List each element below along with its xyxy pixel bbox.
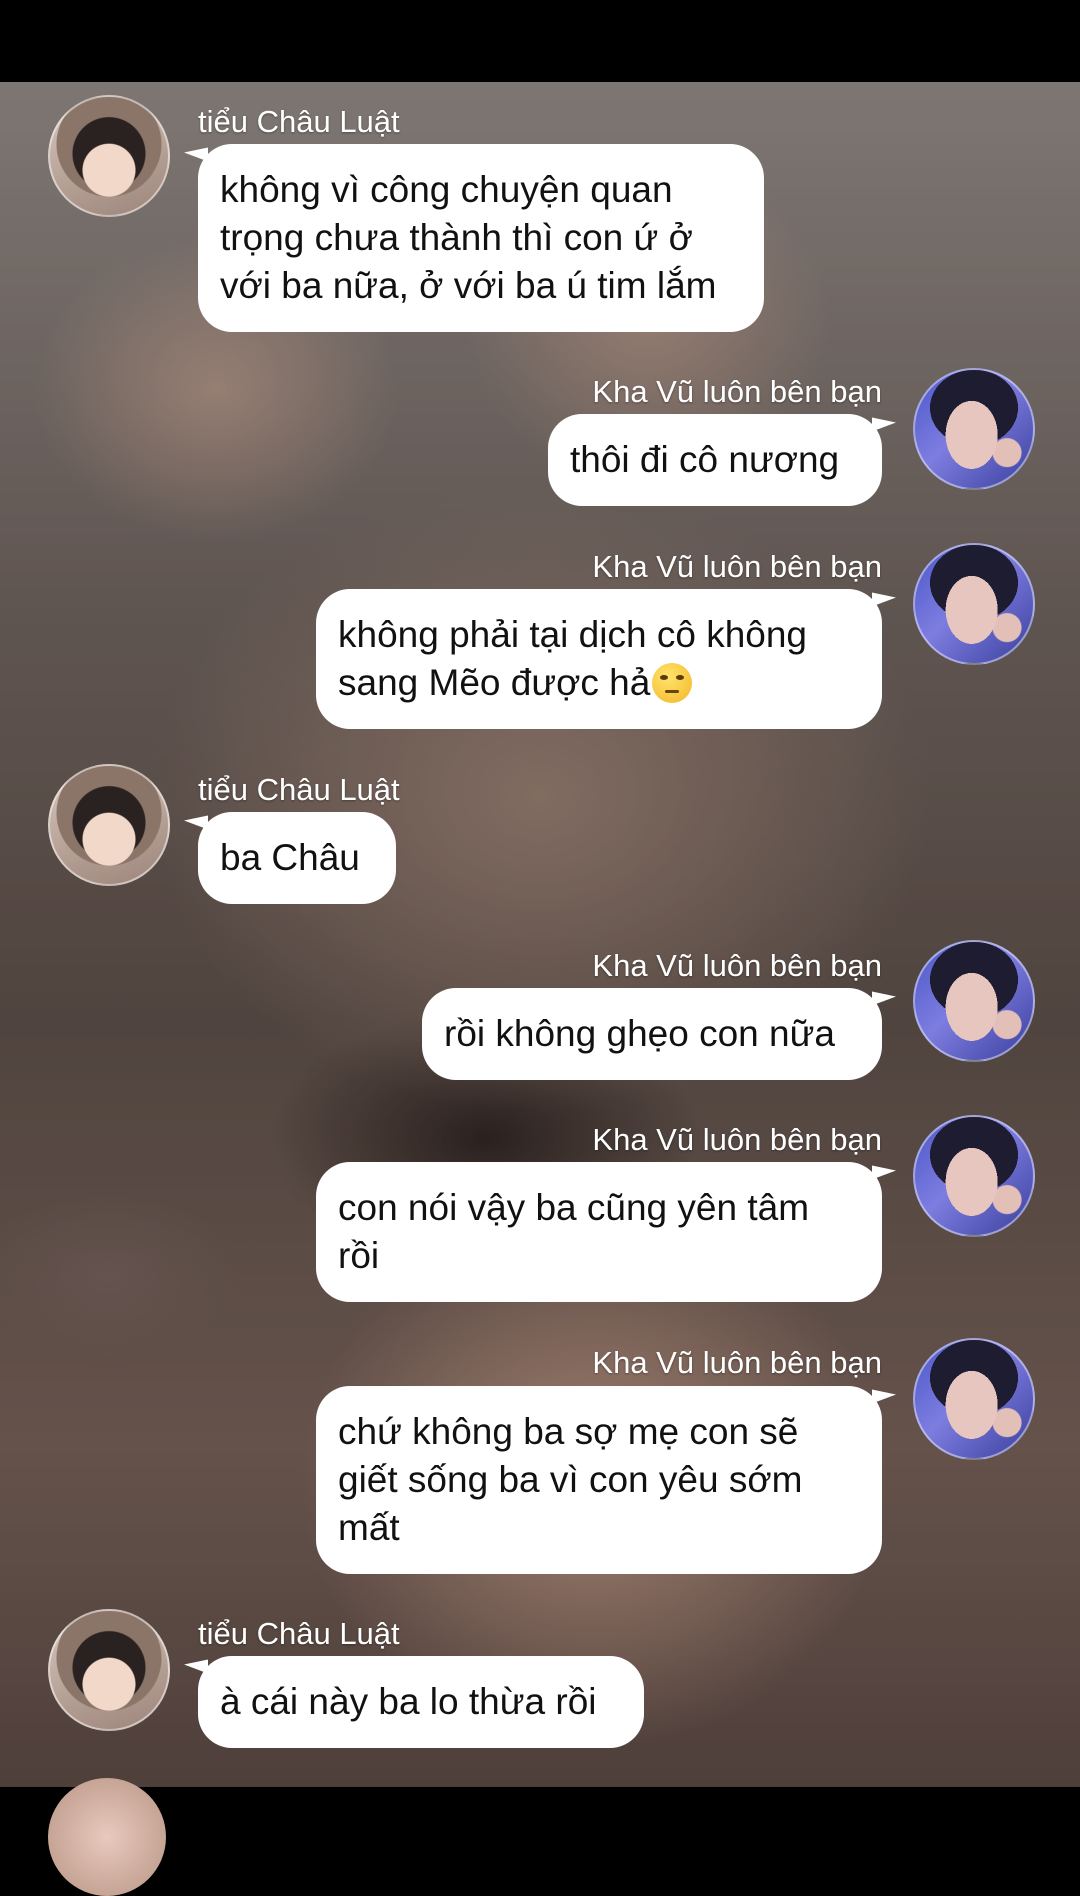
message-text: sang Mẽo được hả (338, 662, 651, 703)
message-bubble[interactable]: à cái này ba lo thừa rồi (198, 1656, 644, 1748)
message-line: con nói vậy ba cũng yên tâm (338, 1187, 810, 1228)
face-with-rolling-eyes-emoji (652, 663, 693, 703)
message-line: ba Châu (220, 837, 360, 878)
sender-name: tiểu Châu Luật (198, 772, 400, 807)
sender-name: tiểu Châu Luật (198, 104, 400, 139)
avatar-tieu-chau-luat[interactable] (48, 1778, 166, 1896)
avatar-kha-vu[interactable] (913, 368, 1035, 490)
message-line: sang Mẽo được hả (338, 659, 860, 707)
sender-name: Kha Vũ luôn bên bạn (592, 549, 882, 584)
message-line: không phải tại dịch cô không (338, 614, 808, 655)
message-bubble[interactable]: thôi đi cô nương (548, 414, 882, 506)
avatar-kha-vu[interactable] (913, 543, 1035, 665)
avatar-tieu-chau-luat[interactable] (48, 1609, 170, 1731)
message-bubble[interactable]: chứ không ba sợ mẹ con sẽ giết sống ba v… (316, 1386, 882, 1574)
message-line: trọng chưa thành thì con ứ ở (220, 217, 693, 258)
avatar-tieu-chau-luat[interactable] (48, 764, 170, 886)
message-line: à cái này ba lo thừa rồi (220, 1681, 597, 1722)
message-bubble[interactable]: không phải tại dịch cô không sang Mẽo đư… (316, 589, 882, 729)
sender-name: Kha Vũ luôn bên bạn (592, 948, 882, 983)
message-line: mất (338, 1507, 400, 1548)
sender-name: Kha Vũ luôn bên bạn (592, 1122, 882, 1157)
avatar-kha-vu[interactable] (913, 940, 1035, 1062)
status-bar (0, 0, 1080, 82)
message-line: với ba nữa, ở với ba ú tim lắm (220, 265, 717, 306)
message-bubble[interactable]: rồi không ghẹo con nữa (422, 988, 882, 1080)
message-line: chứ không ba sợ mẹ con sẽ (338, 1411, 799, 1452)
message-line: thôi đi cô nương (570, 439, 840, 480)
avatar-tieu-chau-luat[interactable] (48, 95, 170, 217)
message-line: giết sống ba vì con yêu sớm (338, 1459, 803, 1500)
message-bubble[interactable]: ba Châu (198, 812, 396, 904)
message-bubble[interactable]: không vì công chuyện quan trọng chưa thà… (198, 144, 764, 332)
message-line: không vì công chuyện quan (220, 169, 673, 210)
message-bubble[interactable]: con nói vậy ba cũng yên tâm rồi (316, 1162, 882, 1302)
message-line: rồi (338, 1235, 380, 1276)
sender-name: Kha Vũ luôn bên bạn (592, 374, 882, 409)
avatar-kha-vu[interactable] (913, 1338, 1035, 1460)
sender-name: tiểu Châu Luật (198, 1616, 400, 1651)
sender-name: Kha Vũ luôn bên bạn (592, 1345, 882, 1380)
avatar-kha-vu[interactable] (913, 1115, 1035, 1237)
message-line: rồi không ghẹo con nữa (444, 1013, 835, 1054)
